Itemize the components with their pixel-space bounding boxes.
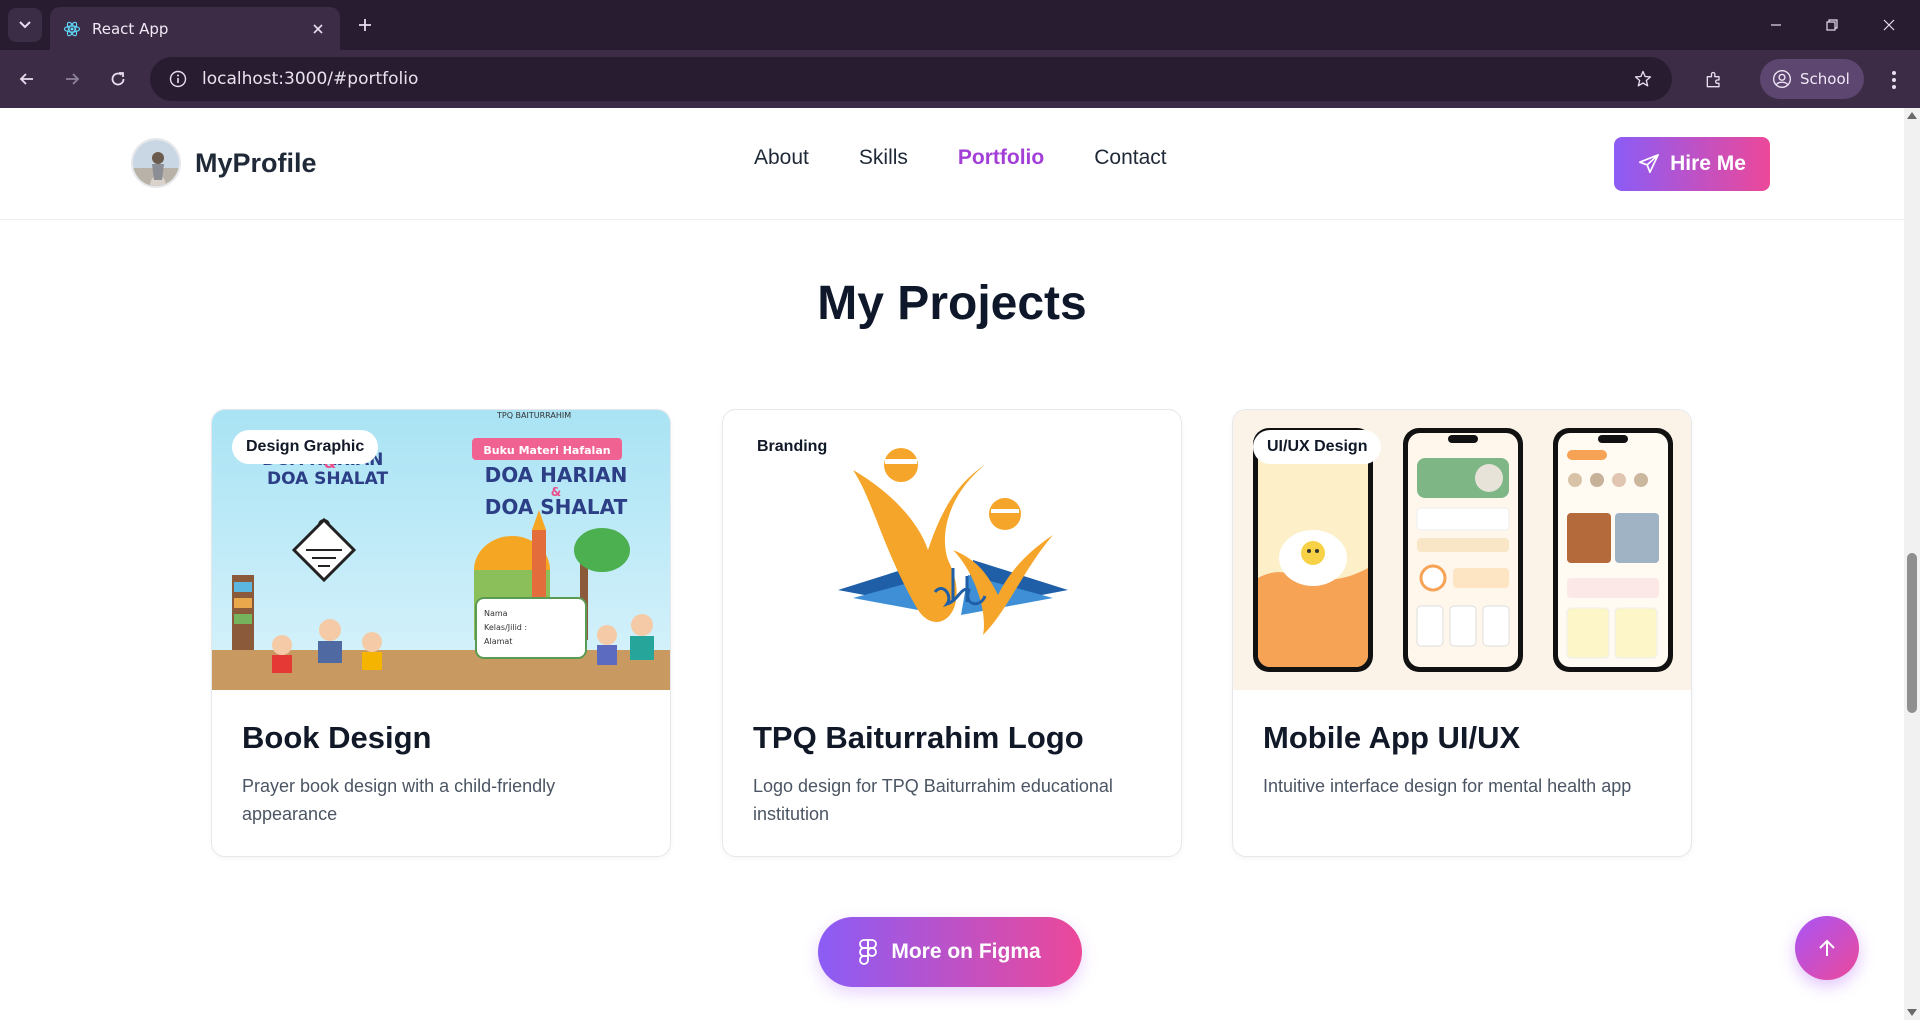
- avatar: [131, 138, 181, 188]
- plus-icon: [359, 19, 371, 31]
- card-description: Intuitive interface design for mental he…: [1263, 776, 1632, 796]
- site-info-icon[interactable]: [166, 67, 190, 91]
- project-card-tpq-logo[interactable]: Branding TPQ Baiturrahim Logo Logo desig…: [722, 409, 1182, 857]
- category-badge: UI/UX Design: [1253, 430, 1382, 464]
- brand-name: MyProfile: [195, 147, 317, 178]
- svg-text:DOA SHALAT: DOA SHALAT: [485, 495, 628, 519]
- arrow-up-icon: [1819, 939, 1835, 956]
- card-title: Book Design: [242, 720, 432, 755]
- tab-search-button[interactable]: [8, 8, 42, 42]
- close-icon: [1883, 19, 1895, 31]
- more-on-figma-label: More on Figma: [891, 940, 1041, 963]
- new-tab-button[interactable]: [350, 10, 380, 40]
- bookmark-star-icon[interactable]: [1630, 66, 1656, 92]
- tab-title: React App: [92, 19, 169, 38]
- close-window-button[interactable]: [1869, 8, 1909, 42]
- nav-link-about[interactable]: About: [754, 146, 809, 170]
- site-header: MyProfile About Skills Portfolio Contact…: [0, 108, 1904, 220]
- card-title: Mobile App UI/UX: [1263, 720, 1521, 755]
- send-icon: [1639, 154, 1660, 174]
- brand[interactable]: MyProfile: [131, 138, 317, 188]
- browser-toolbar: localhost:3000/#portfolio School: [0, 50, 1920, 108]
- nav-link-skills[interactable]: Skills: [859, 146, 908, 170]
- card-description: Prayer book design with a child-friendly…: [242, 776, 556, 824]
- svg-text:Kelas/Jilid :: Kelas/Jilid :: [484, 623, 527, 632]
- svg-text:Buku Materi Hafalan: Buku Materi Hafalan: [483, 444, 610, 457]
- minimize-icon: [1771, 24, 1781, 26]
- hire-me-button[interactable]: Hire Me: [1614, 137, 1770, 191]
- card-description: Logo design for TPQ Baiturrahim educatio…: [753, 776, 1113, 824]
- main-nav: About Skills Portfolio Contact: [754, 146, 1167, 170]
- scroll-up-arrow-icon[interactable]: [1907, 112, 1917, 119]
- profile-label: School: [1800, 70, 1850, 88]
- figma-icon: [859, 939, 878, 965]
- page-scrollbar[interactable]: [1904, 108, 1920, 1020]
- back-button[interactable]: [9, 61, 45, 97]
- account-icon: [1773, 70, 1791, 88]
- category-badge: Design Graphic: [232, 430, 379, 464]
- url-text: localhost:3000/#portfolio: [202, 69, 419, 89]
- project-card-mobile-app[interactable]: UI/UX Design Mobile App UI/UX Intuitive …: [1232, 409, 1692, 857]
- minimize-button[interactable]: [1756, 8, 1796, 42]
- svg-text:DOA HARIAN: DOA HARIAN: [485, 463, 628, 487]
- svg-text:TPQ BAITURRAHIM: TPQ BAITURRAHIM: [496, 411, 571, 420]
- extensions-button[interactable]: [1696, 62, 1732, 98]
- address-bar[interactable]: localhost:3000/#portfolio: [150, 57, 1672, 101]
- category-badge: Branding: [743, 430, 842, 464]
- arrow-right-icon: [66, 73, 80, 85]
- section-title: My Projects: [817, 277, 1087, 330]
- svg-text:Nama: Nama: [484, 609, 508, 618]
- reload-button[interactable]: [100, 61, 136, 97]
- browser-tabbar: React App: [0, 0, 1920, 50]
- forward-button[interactable]: [54, 61, 90, 97]
- restore-icon: [1826, 19, 1838, 31]
- chevron-down-icon: [19, 21, 31, 29]
- profile-button[interactable]: School: [1760, 59, 1864, 99]
- scrollbar-thumb[interactable]: [1907, 553, 1917, 713]
- svg-text:Alamat: Alamat: [484, 637, 512, 646]
- card-title: TPQ Baiturrahim Logo: [753, 720, 1084, 755]
- nav-link-contact[interactable]: Contact: [1094, 146, 1166, 170]
- react-icon: [62, 19, 82, 39]
- hire-me-label: Hire Me: [1670, 152, 1746, 175]
- more-on-figma-button[interactable]: More on Figma: [818, 917, 1082, 987]
- scroll-down-arrow-icon[interactable]: [1907, 1009, 1917, 1016]
- tpq-logo-image: Branding: [723, 410, 1181, 690]
- close-tab-icon[interactable]: [308, 19, 328, 39]
- mobile-app-image: UI/UX Design: [1233, 410, 1691, 690]
- project-card-book-design[interactable]: DOA HARIAN & DOA SHALAT Buku Materi Hafa…: [211, 409, 671, 857]
- arrow-left-icon: [19, 73, 33, 85]
- more-vertical-icon: [1892, 71, 1896, 89]
- browser-menu-button[interactable]: [1878, 62, 1910, 98]
- tab-react-app[interactable]: React App: [50, 7, 340, 50]
- puzzle-icon: [1706, 71, 1720, 88]
- page-viewport: MyProfile About Skills Portfolio Contact…: [0, 108, 1920, 1020]
- book-design-image: DOA HARIAN & DOA SHALAT Buku Materi Hafa…: [212, 410, 670, 690]
- nav-link-portfolio[interactable]: Portfolio: [958, 146, 1044, 170]
- reload-icon: [111, 72, 125, 86]
- restore-button[interactable]: [1812, 8, 1852, 42]
- scroll-to-top-button[interactable]: [1795, 916, 1859, 980]
- svg-text:DOA SHALAT: DOA SHALAT: [267, 469, 388, 489]
